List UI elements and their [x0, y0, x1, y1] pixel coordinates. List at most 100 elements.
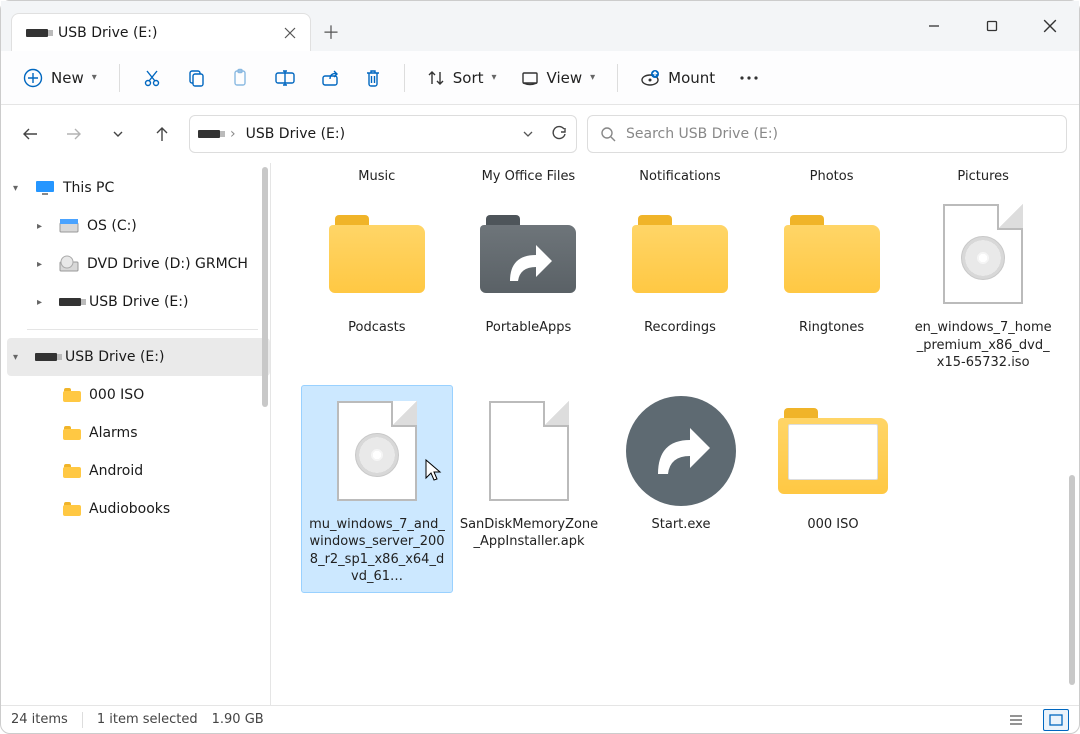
back-button[interactable]	[13, 117, 47, 151]
maximize-button[interactable]	[963, 1, 1021, 51]
tree-label: USB Drive (E:)	[65, 349, 164, 365]
folder-item-000-iso[interactable]: 000 ISO	[757, 385, 909, 593]
share-button[interactable]	[310, 58, 350, 98]
search-input[interactable]: Search USB Drive (E:)	[587, 115, 1067, 153]
sort-button[interactable]: Sort ▾	[417, 58, 507, 98]
monitor-icon	[35, 180, 55, 196]
tree-label: Alarms	[89, 425, 138, 441]
copy-button[interactable]	[176, 58, 216, 98]
tree-item-usb-e[interactable]: ▾ USB Drive (E:)	[7, 338, 270, 376]
label-row: Music My Office Files Notifications Phot…	[301, 169, 1059, 188]
minimize-button[interactable]	[905, 1, 963, 51]
folder-icon	[632, 215, 728, 293]
view-label: View	[547, 69, 583, 87]
tree-item-000-iso[interactable]: 000 ISO	[7, 376, 270, 414]
chevron-down-icon: ▾	[92, 72, 97, 83]
item-name: en_windows_7_home_premium_x86_dvd_x15-65…	[913, 319, 1053, 372]
folder-open-icon	[778, 408, 888, 494]
file-item-sandisk-apk[interactable]: SanDiskMemoryZone_AppInstaller.apk	[453, 385, 605, 593]
more-button[interactable]	[729, 58, 769, 98]
file-item-start-exe[interactable]: Start.exe	[605, 385, 757, 593]
folder-item-ringtones[interactable]: Ringtones	[756, 188, 908, 379]
tree-label: This PC	[63, 180, 114, 196]
search-icon	[600, 126, 616, 142]
folder-icon	[63, 464, 81, 478]
scrollbar[interactable]	[1069, 475, 1075, 685]
details-view-button[interactable]	[1003, 709, 1029, 731]
folder-item-podcasts[interactable]: Podcasts	[301, 188, 453, 379]
disc-drive-icon	[59, 255, 79, 273]
new-button[interactable]: New ▾	[13, 58, 107, 98]
expand-icon[interactable]: ▸	[37, 297, 51, 308]
tree-label: Audiobooks	[89, 501, 170, 517]
folder-item-recordings[interactable]: Recordings	[604, 188, 756, 379]
icons-view-button[interactable]	[1043, 709, 1069, 731]
file-item-win7-iso[interactable]: en_windows_7_home_premium_x86_dvd_x15-65…	[907, 188, 1059, 379]
file-list[interactable]: Music My Office Files Notifications Phot…	[271, 163, 1079, 705]
drive-icon	[59, 218, 79, 234]
active-tab[interactable]: USB Drive (E:)	[11, 13, 311, 51]
delete-button[interactable]	[354, 58, 392, 98]
chevron-down-icon: ▾	[492, 72, 497, 83]
new-tab-button[interactable]: ＋	[311, 13, 351, 51]
tab-close-button[interactable]	[284, 27, 296, 39]
item-name: Ringtones	[762, 319, 902, 337]
tree-label: OS (C:)	[87, 218, 137, 234]
status-bar: 24 items 1 item selected 1.90 GB	[1, 705, 1079, 733]
close-button[interactable]	[1021, 1, 1079, 51]
search-placeholder: Search USB Drive (E:)	[626, 126, 778, 142]
address-bar[interactable]: › USB Drive (E:)	[189, 115, 577, 153]
forward-button[interactable]	[57, 117, 91, 151]
up-button[interactable]	[145, 117, 179, 151]
cut-button[interactable]	[132, 58, 172, 98]
titlebar: USB Drive (E:) ＋	[1, 1, 1079, 51]
item-name: Recordings	[610, 319, 750, 337]
tree-label: DVD Drive (D:) GRMCH	[87, 256, 248, 272]
chevron-down-icon[interactable]	[522, 128, 534, 140]
folder-icon	[784, 215, 880, 293]
expand-icon[interactable]: ▸	[37, 221, 51, 232]
rename-button[interactable]	[264, 58, 306, 98]
toolbar: New ▾ Sort ▾ View ▾ Mount	[1, 51, 1079, 105]
mount-button[interactable]: Mount	[630, 58, 725, 98]
scrollbar[interactable]	[262, 167, 268, 407]
collapse-icon[interactable]: ▾	[13, 183, 27, 194]
tree-label: 000 ISO	[89, 387, 144, 403]
shortcut-arrow-icon	[500, 235, 556, 291]
tree-item-usb-e-top[interactable]: ▸ USB Drive (E:)	[7, 283, 270, 321]
collapse-icon[interactable]: ▾	[13, 352, 27, 363]
item-label: Notifications	[604, 169, 756, 188]
mount-label: Mount	[668, 69, 715, 87]
folder-icon	[480, 215, 576, 293]
chevron-down-icon: ▾	[590, 72, 595, 83]
tree-item-this-pc[interactable]: ▾ This PC	[7, 169, 270, 207]
item-name: Podcasts	[307, 319, 447, 337]
status-item-count: 24 items	[11, 712, 68, 727]
recent-locations-button[interactable]	[101, 117, 135, 151]
item-name: mu_windows_7_and_windows_server_2008_r2_…	[307, 516, 447, 586]
tree-item-android[interactable]: Android	[7, 452, 270, 490]
folder-icon	[329, 215, 425, 293]
usb-drive-icon	[59, 298, 81, 306]
tree-item-dvd-d[interactable]: ▸ DVD Drive (D:) GRMCH	[7, 245, 270, 283]
iso-file-icon	[943, 204, 1023, 304]
navigation-pane: ▾ This PC ▸ OS (C:) ▸ DVD Drive (D:) GRM…	[1, 163, 271, 705]
tree-item-os-c[interactable]: ▸ OS (C:)	[7, 207, 270, 245]
tree-label: Android	[89, 463, 143, 479]
exe-icon	[626, 396, 736, 506]
tree-item-alarms[interactable]: Alarms	[7, 414, 270, 452]
expand-icon[interactable]: ▸	[37, 259, 51, 270]
paste-button[interactable]	[220, 58, 260, 98]
folder-item-portableapps[interactable]: PortableApps	[453, 188, 605, 379]
item-label: Music	[301, 169, 453, 188]
address-path: USB Drive (E:)	[246, 126, 345, 142]
file-item-mu-windows-7[interactable]: mu_windows_7_and_windows_server_2008_r2_…	[301, 385, 453, 593]
item-label: My Office Files	[453, 169, 605, 188]
status-size: 1.90 GB	[212, 712, 264, 727]
view-button[interactable]: View ▾	[511, 58, 606, 98]
item-name: Start.exe	[611, 516, 751, 534]
refresh-button[interactable]	[550, 125, 568, 143]
tree-item-audiobooks[interactable]: Audiobooks	[7, 490, 270, 528]
folder-icon	[63, 502, 81, 516]
status-selection: 1 item selected	[97, 712, 198, 727]
